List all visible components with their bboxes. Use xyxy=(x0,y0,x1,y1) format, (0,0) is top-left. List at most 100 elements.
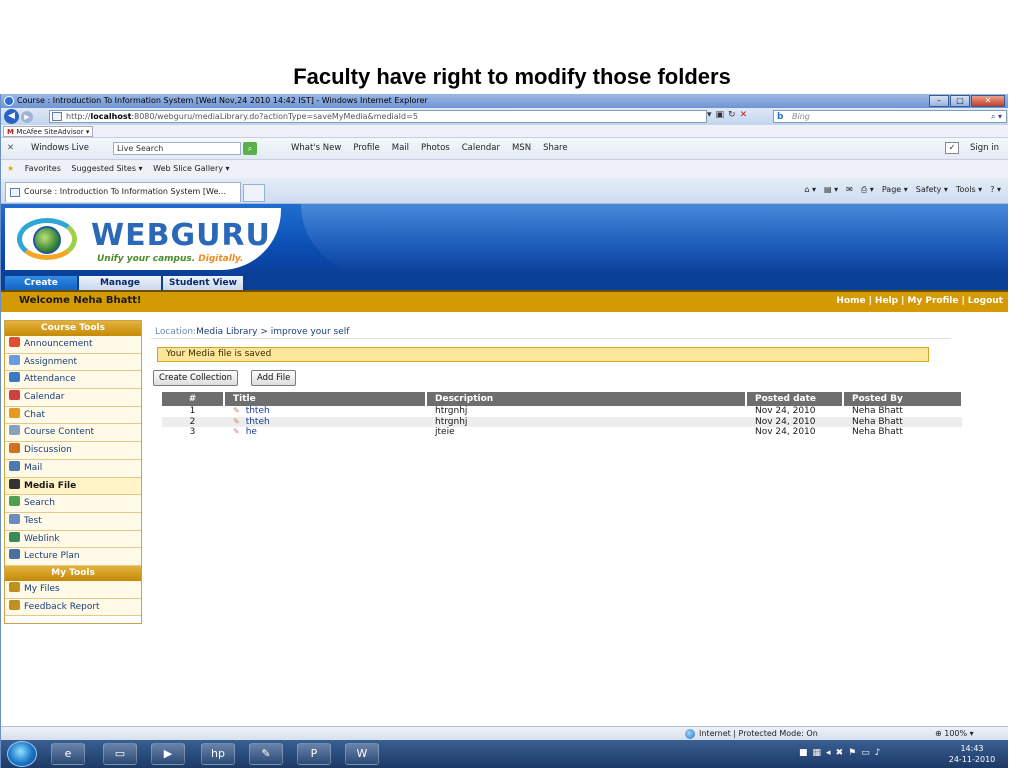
security-zone[interactable]: Internet | Protected Mode: On xyxy=(685,727,818,740)
close-icon[interactable]: ✕ xyxy=(971,95,1005,107)
clock-time: 14:43 xyxy=(960,744,984,753)
hp-taskbar-icon[interactable]: hp xyxy=(201,743,235,765)
mcafee-icon: M xyxy=(7,128,17,136)
live-link-photos[interactable]: Photos xyxy=(421,143,450,153)
live-search-go-icon[interactable]: ⌕ xyxy=(243,142,257,155)
mcafee-button[interactable]: M McAfee SiteAdvisor ▾ xyxy=(3,126,94,137)
tab-manage[interactable]: Manage xyxy=(79,276,161,290)
sidebar-item-search[interactable]: Search xyxy=(5,495,141,513)
powerpoint-taskbar-icon[interactable]: P xyxy=(297,743,331,765)
word-taskbar-icon[interactable]: W xyxy=(345,743,379,765)
logo-globe-icon xyxy=(33,226,61,254)
row-title-link[interactable]: ✎ thteh xyxy=(224,406,426,417)
safety-menu[interactable]: Safety ▾ xyxy=(916,185,948,195)
search-icon[interactable]: ⌕ ▾ xyxy=(991,111,1002,122)
attachment-icon: ✎ xyxy=(233,416,240,426)
start-button-icon[interactable] xyxy=(7,741,37,767)
column-header-title[interactable]: Title xyxy=(224,392,427,406)
minimize-icon[interactable]: – xyxy=(929,95,949,107)
tray-network-icon[interactable]: ▦ xyxy=(813,748,827,758)
column-header-number[interactable]: # xyxy=(162,392,225,406)
search-input[interactable]: b Bing ⌕ ▾ xyxy=(773,110,1007,123)
sidebar-item-assignment[interactable]: Assignment xyxy=(5,353,141,372)
tray-app-icon[interactable]: ■ xyxy=(799,748,813,758)
checkbox-icon[interactable]: ✓ xyxy=(945,142,959,154)
tab-student-view[interactable]: Student View xyxy=(163,276,243,290)
sidebar-item-announcement[interactable]: Announcement xyxy=(5,336,141,354)
tab-create[interactable]: Create xyxy=(5,276,77,290)
live-link-whats-new[interactable]: What's New xyxy=(291,143,341,153)
tray-speaker-icon[interactable]: ♪ xyxy=(875,748,886,758)
sidebar-item-course-content[interactable]: Course Content xyxy=(5,424,141,443)
windows-live-brand[interactable]: Windows Live xyxy=(31,143,89,153)
live-link-mail[interactable]: Mail xyxy=(392,143,409,153)
lecture-plan-icon xyxy=(9,549,20,560)
clock[interactable]: 14:43 24-11-2010 xyxy=(937,743,1007,765)
new-tab-button[interactable] xyxy=(243,184,265,202)
live-link-share[interactable]: Share xyxy=(543,143,568,153)
tray-security-icon[interactable]: ✖ xyxy=(836,748,849,758)
mail-icon[interactable]: ✉ xyxy=(846,185,853,195)
column-header-posted-date[interactable]: Posted date xyxy=(746,392,844,406)
stop-icon[interactable]: ✕ xyxy=(740,110,752,120)
tray-flag-icon[interactable]: ⚑ xyxy=(848,748,861,758)
column-header-posted-by[interactable]: Posted By xyxy=(843,392,963,406)
add-file-button[interactable]: Add File xyxy=(251,370,297,386)
folder-taskbar-icon[interactable]: ▭ xyxy=(103,743,137,765)
dropdown-arrow-icon[interactable]: ▾ xyxy=(707,110,716,120)
sidebar-item-attendance[interactable]: Attendance xyxy=(5,371,141,390)
sidebar-item-feedback-report[interactable]: Feedback Report xyxy=(5,598,141,617)
sidebar-item-calendar[interactable]: Calendar xyxy=(5,389,141,407)
address-input[interactable]: http://localhost:8080/webguru/mediaLibra… xyxy=(49,110,707,123)
web-slice-gallery-link[interactable]: Web Slice Gallery ▾ xyxy=(153,164,229,173)
feeds-icon[interactable]: ▤ ▾ xyxy=(824,185,838,195)
ie-taskbar-icon[interactable]: e xyxy=(51,743,85,765)
page-icon xyxy=(10,188,20,197)
tools-menu[interactable]: Tools ▾ xyxy=(956,185,982,195)
sign-in-link[interactable]: Sign in xyxy=(970,143,999,153)
page-menu[interactable]: Page ▾ xyxy=(882,185,908,195)
tray-volume-icon[interactable]: ◂ xyxy=(826,748,836,758)
live-link-profile[interactable]: Profile xyxy=(353,143,379,153)
home-link[interactable]: Home xyxy=(836,296,865,306)
logout-link[interactable]: Logout xyxy=(968,296,1003,306)
close-toolbar-icon[interactable]: ✕ xyxy=(7,143,14,153)
breadcrumb-path[interactable]: Media Library > improve your self xyxy=(196,327,349,337)
create-collection-button[interactable]: Create Collection xyxy=(153,370,238,386)
help-link[interactable]: Help xyxy=(875,296,898,306)
row-title-link[interactable]: ✎ thteh xyxy=(224,416,426,427)
column-header-description[interactable]: Description xyxy=(426,392,747,406)
compat-view-icon[interactable]: ▣ xyxy=(716,110,729,120)
help-icon[interactable]: ? ▾ xyxy=(990,185,1001,195)
forward-arrow-icon[interactable]: ▶ xyxy=(21,111,33,123)
tab-course[interactable]: Course : Introduction To Information Sys… xyxy=(5,182,241,202)
my-tools-list: My Files Feedback Report xyxy=(5,580,141,617)
refresh-icon[interactable]: ↻ xyxy=(728,110,740,120)
sidebar-item-chat[interactable]: Chat xyxy=(5,406,141,425)
sidebar-item-my-files[interactable]: My Files xyxy=(5,580,141,599)
zoom-level[interactable]: ⊕ 100% ▾ xyxy=(935,727,974,740)
tray-battery-icon[interactable]: ▭ xyxy=(861,748,875,758)
sidebar-item-mail[interactable]: Mail xyxy=(5,459,141,478)
media-player-taskbar-icon[interactable]: ▶ xyxy=(151,743,185,765)
sidebar-item-lecture-plan[interactable]: Lecture Plan xyxy=(5,548,141,566)
suggested-sites-link[interactable]: Suggested Sites ▾ xyxy=(71,164,142,173)
print-icon[interactable]: ⎙ ▾ xyxy=(861,185,874,195)
sidebar-item-discussion[interactable]: Discussion xyxy=(5,442,141,460)
command-bar: ⌂ ▾ ▤ ▾ ✉ ⎙ ▾ Page ▾ Safety ▾ Tools ▾ ? … xyxy=(804,185,1001,195)
paint-taskbar-icon[interactable]: ✎ xyxy=(249,743,283,765)
row-title-link[interactable]: ✎ he xyxy=(224,427,426,438)
sidebar-item-media-file[interactable]: Media File xyxy=(5,477,141,496)
live-search-input[interactable]: Live Search xyxy=(113,142,241,155)
back-arrow-icon[interactable]: ◀ xyxy=(4,109,19,124)
sidebar-item-weblink[interactable]: Weblink xyxy=(5,530,141,549)
favorites-button[interactable]: Favorites xyxy=(25,164,61,173)
row-number: 3 xyxy=(189,427,196,438)
live-link-calendar[interactable]: Calendar xyxy=(462,143,500,153)
favorites-star-icon[interactable]: ★ xyxy=(7,164,14,173)
sidebar-item-test[interactable]: Test xyxy=(5,512,141,531)
my-profile-link[interactable]: My Profile xyxy=(907,296,958,306)
home-icon[interactable]: ⌂ ▾ xyxy=(804,185,816,195)
maximize-icon[interactable]: □ xyxy=(950,95,970,107)
live-link-msn[interactable]: MSN xyxy=(512,143,531,153)
